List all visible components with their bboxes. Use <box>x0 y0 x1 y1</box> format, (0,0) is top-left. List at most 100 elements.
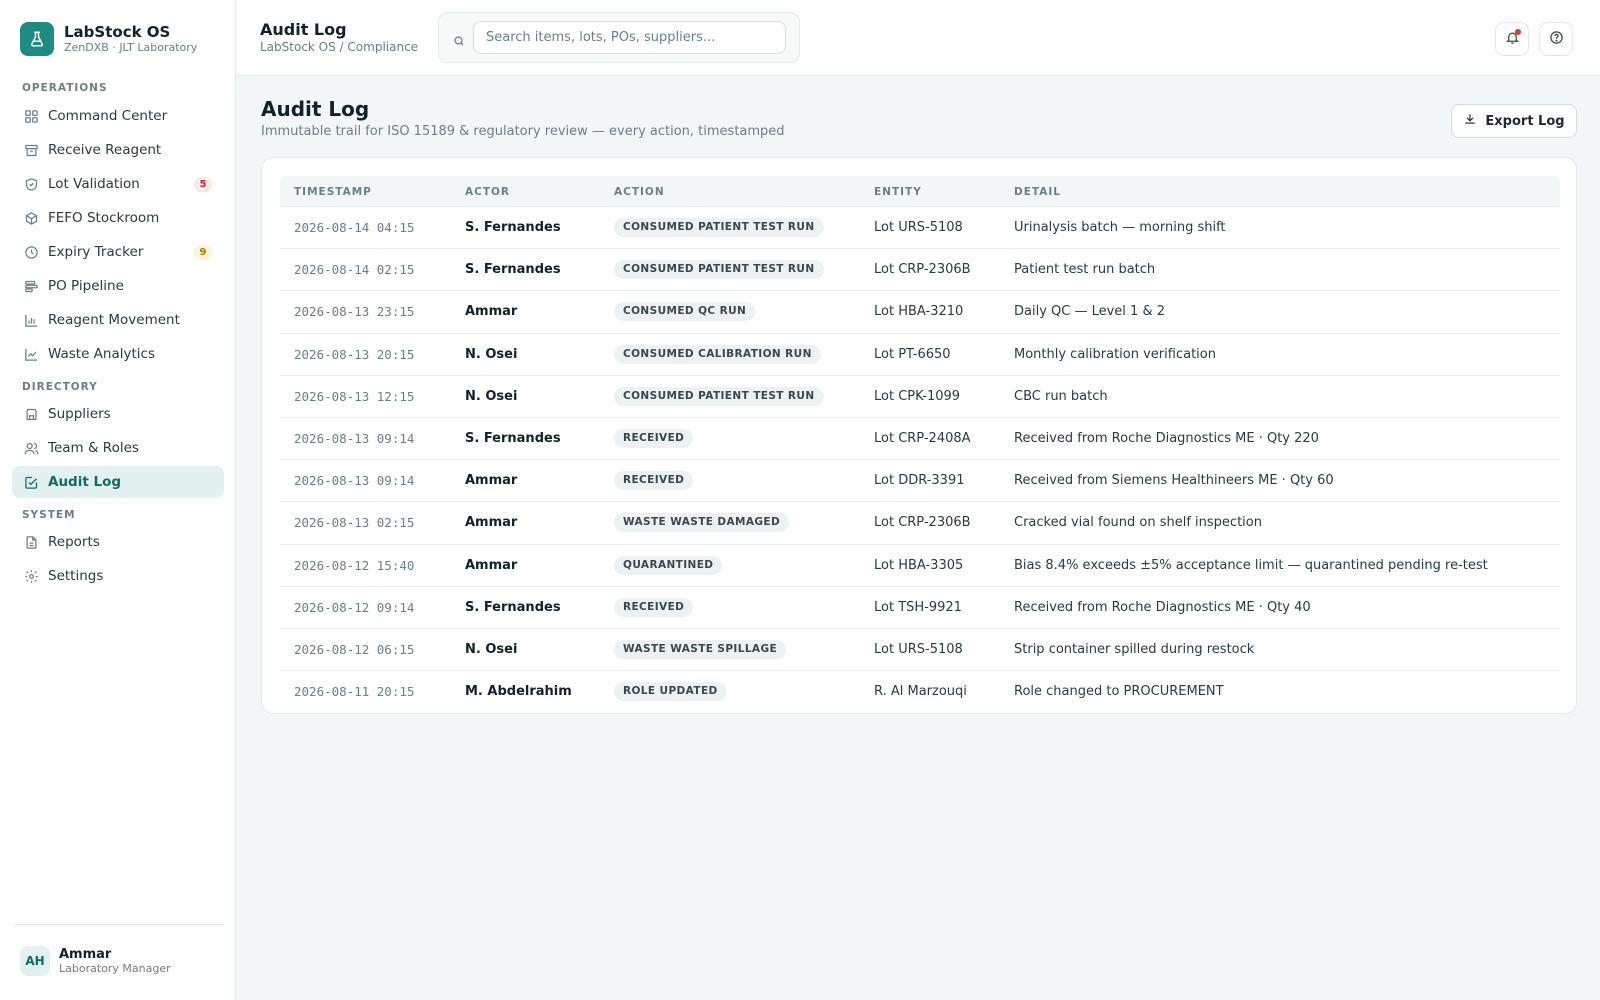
table-row[interactable]: 2026-08-11 20:15 M. Abdelrahim ROLE UPDATE… <box>280 671 1560 713</box>
column-header-entity[interactable]: ENTITY <box>874 186 922 198</box>
detail-cell: Cracked vial found on shelf inspection <box>1014 515 1262 531</box>
column-header-detail[interactable]: DETAIL <box>1014 186 1061 198</box>
column-header-action[interactable]: ACTION <box>614 186 665 198</box>
page-subtitle: Immutable trail for ISO 15189 & regulato… <box>261 124 785 139</box>
detail-cell: Received from Siemens Healthineers ME · … <box>1014 473 1334 489</box>
grid-icon <box>23 108 39 124</box>
sidebar-item-lot-validation[interactable]: Lot Validation 5 <box>12 168 224 200</box>
box-icon <box>23 210 39 226</box>
entity-cell: Lot URS-5108 <box>874 641 963 657</box>
sidebar-item-team-roles[interactable]: Team & Roles <box>12 432 224 464</box>
timestamp-cell: 2026-08-12 15:40 <box>294 557 415 573</box>
sidebar-item-reagent-movement[interactable]: Reagent Movement <box>12 304 224 336</box>
sidebar-item-label: Expiry Tracker <box>48 244 144 260</box>
timestamp-cell: 2026-08-13 02:15 <box>294 515 415 531</box>
sidebar-item-label: PO Pipeline <box>48 278 124 294</box>
action-badge: WASTE WASTE SPILLAGE <box>614 639 787 659</box>
actor-cell: S. Fernandes <box>465 430 561 446</box>
column-header-actor[interactable]: ACTOR <box>465 186 510 198</box>
table-row[interactable]: 2026-08-13 09:14 S. Fernandes RECEIVED Lot … <box>280 418 1560 461</box>
sidebar-item-label: Command Center <box>48 108 168 124</box>
entity-cell: Lot URS-5108 <box>874 220 963 235</box>
sidebar-item-label: Waste Analytics <box>48 346 155 362</box>
sidebar-item-waste-analytics[interactable]: Waste Analytics <box>12 338 224 370</box>
entity-cell: Lot DDR-3391 <box>874 473 965 489</box>
shield-icon <box>23 176 39 192</box>
audit-log-table: TIMESTAMP ACTOR ACTION ENTITY DETAIL 202… <box>280 176 1560 713</box>
timestamp-cell: 2026-08-13 09:14 <box>294 430 415 446</box>
users-icon <box>23 440 39 456</box>
sidebar-item-label: Reports <box>48 534 100 550</box>
action-badge: CONSUMED PATIENT TEST RUN <box>614 218 824 237</box>
table-row[interactable]: 2026-08-14 04:15 S. Fernandes CONSUMED PAT… <box>280 207 1560 250</box>
page-title: Audit Log <box>261 97 370 121</box>
export-log-label: Export Log <box>1485 113 1565 129</box>
inbox-icon <box>23 142 39 158</box>
sidebar-item-suppliers[interactable]: Suppliers <box>12 398 224 430</box>
table-row[interactable]: 2026-08-13 23:15 Ammar CONSUMED QC RUN Lot … <box>280 291 1560 334</box>
entity-cell: Lot CRP-2408A <box>874 430 971 446</box>
sidebar-item-label: Settings <box>48 568 104 584</box>
sidebar-item-settings[interactable]: Settings <box>12 560 224 592</box>
table-row[interactable]: 2026-08-14 02:15 S. Fernandes CONSUMED PAT… <box>280 249 1560 292</box>
help-button[interactable] <box>1539 22 1573 56</box>
section-system: SYSTEM <box>22 509 76 521</box>
section-directory: DIRECTORY <box>22 381 98 393</box>
entity-cell: Lot CRP-2306B <box>874 262 971 278</box>
sidebar-item-expiry-tracker[interactable]: Expiry Tracker 9 <box>12 236 224 268</box>
detail-cell: Daily QC — Level 1 & 2 <box>1014 304 1165 320</box>
brand-name: LabStock OS <box>64 23 171 41</box>
search-input[interactable] <box>473 21 786 54</box>
table-row[interactable]: 2026-08-12 09:14 S. Fernandes RECEIVED Lot … <box>280 587 1560 629</box>
sidebar-item-reports[interactable]: Reports <box>12 526 224 558</box>
sidebar-item-po-pipeline[interactable]: PO Pipeline <box>12 270 224 302</box>
action-badge: WASTE WASTE DAMAGED <box>614 513 790 533</box>
sidebar-item-label: Reagent Movement <box>48 312 180 328</box>
column-header-timestamp[interactable]: TIMESTAMP <box>294 186 372 198</box>
action-badge: RECEIVED <box>614 471 694 491</box>
notifications-button[interactable] <box>1495 22 1529 56</box>
clock-icon <box>23 244 39 260</box>
actor-cell: N. Osei <box>465 641 518 657</box>
brand-subtitle: ZenDXB · JLT Laboratory <box>64 41 198 54</box>
sidebar-item-receive-reagent[interactable]: Receive Reagent <box>12 134 224 166</box>
sidebar-item-label: Lot Validation <box>48 176 140 192</box>
actor-cell: Ammar <box>465 515 518 531</box>
export-log-button[interactable]: Export Log <box>1451 104 1577 138</box>
table-row[interactable]: 2026-08-13 02:15 Ammar WASTE WASTE DAMAGED… <box>280 502 1560 545</box>
count-badge: 9 <box>194 245 212 260</box>
timestamp-cell: 2026-08-14 04:15 <box>294 220 415 235</box>
pipeline-icon <box>23 278 39 294</box>
entity-cell: R. Al Marzouqi <box>874 684 967 700</box>
timestamp-cell: 2026-08-13 20:15 <box>294 346 415 362</box>
sidebar-item-audit-log[interactable]: Audit Log <box>12 466 224 498</box>
user-profile[interactable]: AH Ammar Laboratory Manager <box>20 946 171 976</box>
detail-cell: Bias 8.4% exceeds ±5% acceptance limit —… <box>1014 557 1488 573</box>
timestamp-cell: 2026-08-13 12:15 <box>294 388 415 404</box>
sidebar-item-label: Suppliers <box>48 406 111 422</box>
user-name: Ammar <box>59 947 112 962</box>
sidebar-item-fefo-stockroom[interactable]: FEFO Stockroom <box>12 202 224 234</box>
detail-cell: Patient test run batch <box>1014 262 1156 278</box>
actor-cell: Ammar <box>465 304 518 320</box>
table-row[interactable]: 2026-08-13 12:15 N. Osei CONSUMED PATIENT … <box>280 376 1560 418</box>
download-icon <box>1463 112 1477 130</box>
brand[interactable]: LabStock OS ZenDXB · JLT Laboratory <box>20 22 197 56</box>
table-row[interactable]: 2026-08-13 20:15 N. Osei CONSUMED CALIBRAT… <box>280 334 1560 376</box>
sidebar: LabStock OS ZenDXB · JLT Laboratory OPER… <box>0 0 236 1000</box>
timestamp-cell: 2026-08-12 06:15 <box>294 641 415 657</box>
action-badge: RECEIVED <box>614 428 694 448</box>
checklist-icon <box>23 474 39 490</box>
action-badge: CONSUMED PATIENT TEST RUN <box>614 386 824 406</box>
entity-cell: Lot CRP-2306B <box>874 515 971 531</box>
timestamp-cell: 2026-08-14 02:15 <box>294 262 415 278</box>
table-row[interactable]: 2026-08-12 06:15 N. Osei WASTE WASTE SPILL… <box>280 629 1560 672</box>
table-row[interactable]: 2026-08-12 15:40 Ammar QUARANTINED Lot HBA-… <box>280 545 1560 587</box>
flask-logo-icon <box>20 22 54 56</box>
timestamp-cell: 2026-08-11 20:15 <box>294 684 415 700</box>
action-badge: CONSUMED CALIBRATION RUN <box>614 344 821 364</box>
sidebar-item-command-center[interactable]: Command Center <box>12 100 224 132</box>
user-role: Laboratory Manager <box>59 962 171 975</box>
table-row[interactable]: 2026-08-13 09:14 Ammar RECEIVED Lot DDR-339… <box>280 460 1560 503</box>
search-container <box>438 12 800 63</box>
